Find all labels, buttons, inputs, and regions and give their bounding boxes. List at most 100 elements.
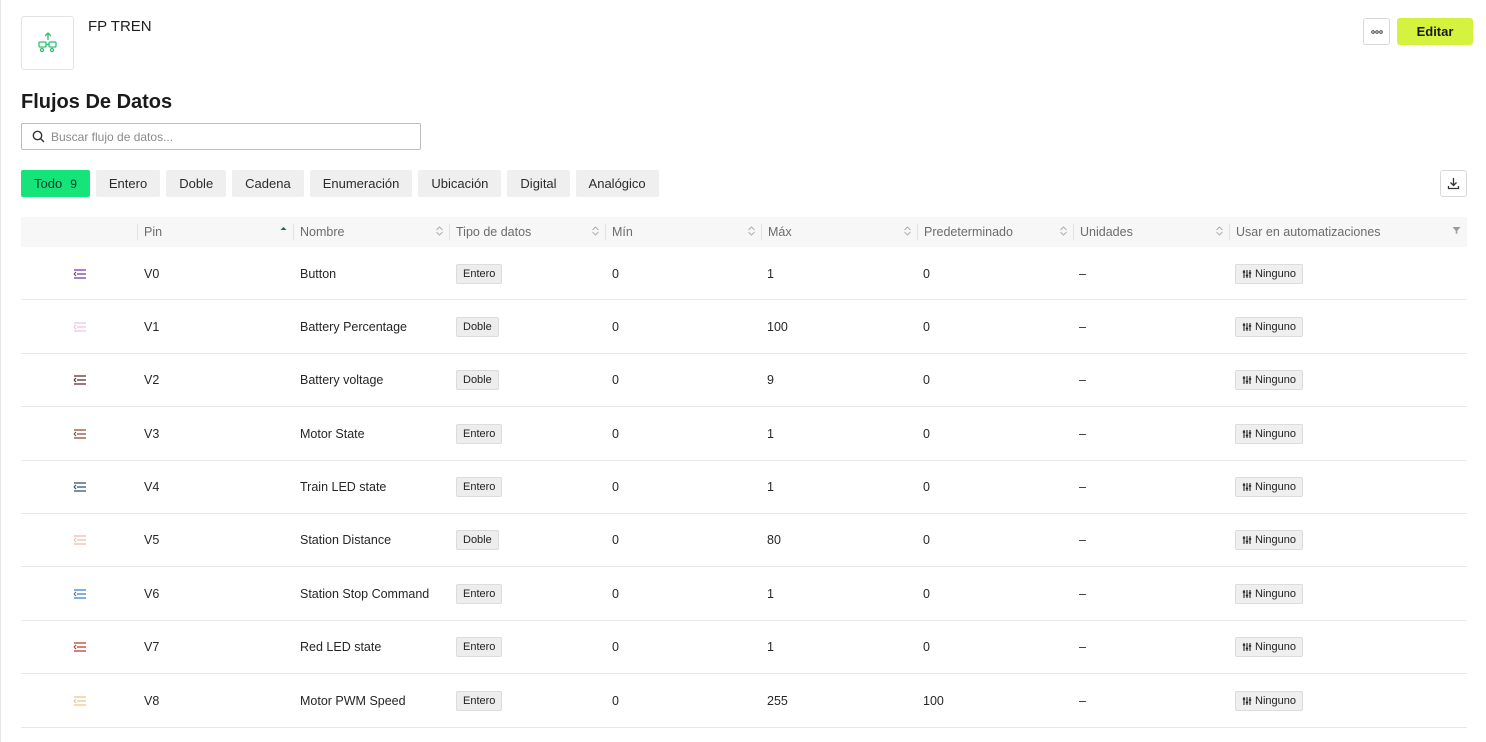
sort-icon <box>748 226 755 236</box>
cell-default: 0 <box>923 461 930 514</box>
cell-default: 0 <box>923 567 930 620</box>
cell-type: Entero <box>456 407 503 460</box>
default-value: 0 <box>923 319 930 334</box>
data-type-badge: Entero <box>456 583 503 604</box>
units-value: – <box>1079 373 1086 388</box>
automation-badge[interactable]: Ninguno <box>1235 370 1303 391</box>
cell-pin: V7 <box>144 621 159 674</box>
automation-badge[interactable]: Ninguno <box>1235 263 1303 284</box>
column-header-pin[interactable]: Pin <box>137 217 293 247</box>
column-header-max[interactable]: Máx <box>761 217 917 247</box>
cell-min: 0 <box>612 354 619 407</box>
search-input[interactable] <box>51 129 411 144</box>
cell-pin: V5 <box>144 514 159 567</box>
datastream-icon <box>73 375 86 385</box>
sliders-icon <box>1242 269 1252 278</box>
edit-button[interactable]: Editar <box>1397 18 1473 45</box>
name-value: Battery voltage <box>300 373 384 388</box>
filter-chip-cadena[interactable]: Cadena <box>232 170 304 197</box>
datastream-icon-cell <box>73 300 87 353</box>
table-row[interactable]: V6 Station Stop Command Entero 0 1 0 – Ninguno <box>21 567 1467 621</box>
cell-min: 0 <box>612 407 619 460</box>
cell-units: – <box>1079 461 1086 514</box>
datastream-icon-cell <box>73 621 87 674</box>
table-row[interactable]: V5 Station Distance Doble 0 80 0 – Ninguno <box>21 514 1467 568</box>
export-button[interactable] <box>1440 170 1467 197</box>
max-value: 1 <box>767 266 774 281</box>
table-row[interactable]: V0 Button Entero 0 1 0 – Ninguno <box>21 247 1467 301</box>
cell-default: 0 <box>923 247 930 300</box>
automation-badge[interactable]: Ninguno <box>1235 530 1303 551</box>
automation-badge[interactable]: Ninguno <box>1235 637 1303 658</box>
cell-units: – <box>1079 354 1086 407</box>
page-title: Flujos De Datos <box>21 91 173 113</box>
table-row[interactable]: V1 Battery Percentage Doble 0 100 0 – Ninguno <box>21 300 1467 354</box>
units-value: – <box>1079 693 1086 708</box>
automation-badge[interactable]: Ninguno <box>1235 316 1303 337</box>
column-header-tipo[interactable]: Tipo de datos <box>449 217 605 247</box>
filter-chip-doble[interactable]: Doble <box>166 170 227 197</box>
cell-type: Entero <box>456 674 503 727</box>
filter-chip-ubicacion[interactable]: Ubicación <box>418 170 502 197</box>
filter-chip-digital[interactable]: Digital <box>507 170 570 197</box>
cell-max: 1 <box>767 247 774 300</box>
table-header: Pin Nombre Tipo de datos Mín Máx Predete… <box>21 217 1467 247</box>
pin-value: V1 <box>144 319 160 334</box>
column-header-nombre[interactable]: Nombre <box>293 217 449 247</box>
cell-name: Button <box>300 247 336 300</box>
units-value: – <box>1079 266 1086 281</box>
cell-default: 0 <box>923 621 930 674</box>
more-options-button[interactable] <box>1363 18 1390 45</box>
cell-units: – <box>1079 567 1086 620</box>
pin-value: V6 <box>144 586 160 601</box>
cell-name: Red LED state <box>300 621 381 674</box>
filter-chip-entero[interactable]: Entero <box>95 170 161 197</box>
column-header-unidades[interactable]: Unidades <box>1073 217 1229 247</box>
cell-type: Entero <box>456 621 503 674</box>
table-row[interactable]: V7 Red LED state Entero 0 1 0 – Ninguno <box>21 621 1467 675</box>
left-border <box>0 0 1 742</box>
automation-badge[interactable]: Ninguno <box>1235 690 1303 711</box>
download-icon <box>1447 178 1460 190</box>
table-row[interactable]: V3 Motor State Entero 0 1 0 – Ninguno <box>21 407 1467 461</box>
sort-icon <box>592 226 599 236</box>
column-header-automatizaciones[interactable]: Usar en automatizaciones <box>1229 217 1467 247</box>
filter-chip-enumeracion[interactable]: Enumeración <box>309 170 413 197</box>
cell-name: Train LED state <box>300 461 386 514</box>
max-value: 1 <box>767 640 774 655</box>
column-header-min[interactable]: Mín <box>605 217 761 247</box>
filter-chip-label: Enumeración <box>322 176 400 191</box>
automation-badge[interactable]: Ninguno <box>1235 583 1303 604</box>
table-row[interactable]: V2 Battery voltage Doble 0 9 0 – Ninguno <box>21 354 1467 408</box>
search-field[interactable] <box>21 123 421 150</box>
max-value: 80 <box>767 533 781 548</box>
cell-automation: Ninguno <box>1235 407 1303 460</box>
table-row[interactable]: V4 Train LED state Entero 0 1 0 – Ninguno <box>21 461 1467 514</box>
automation-label: Ninguno <box>1255 534 1296 547</box>
automation-badge[interactable]: Ninguno <box>1235 477 1303 498</box>
default-value: 0 <box>923 266 930 281</box>
filter-chip-label: Entero <box>108 176 148 191</box>
sliders-icon <box>1242 643 1252 652</box>
name-value: Train LED state <box>300 480 387 495</box>
cell-pin: V6 <box>144 567 159 620</box>
filter-chip-count: 9 <box>70 176 77 191</box>
column-header-predeterminado[interactable]: Predeterminado <box>917 217 1073 247</box>
default-value: 0 <box>923 373 930 388</box>
cell-pin: V0 <box>144 247 159 300</box>
cell-automation: Ninguno <box>1235 300 1303 353</box>
filter-chip-analogico[interactable]: Analógico <box>575 170 659 197</box>
datastream-icon <box>73 429 86 439</box>
cell-automation: Ninguno <box>1235 567 1303 620</box>
data-type-badge: Entero <box>456 477 503 498</box>
automation-badge[interactable]: Ninguno <box>1235 423 1303 444</box>
pin-value: V0 <box>144 266 160 281</box>
table-row[interactable]: V8 Motor PWM Speed Entero 0 255 100 – Ninguno <box>21 674 1467 728</box>
filter-chip-todo[interactable]: Todo 9 <box>21 170 90 197</box>
units-value: – <box>1079 319 1086 334</box>
cell-units: – <box>1079 621 1086 674</box>
datastream-icon <box>73 535 86 546</box>
cell-units: – <box>1079 514 1086 567</box>
cell-type: Doble <box>456 514 499 567</box>
product-icon <box>37 32 57 53</box>
